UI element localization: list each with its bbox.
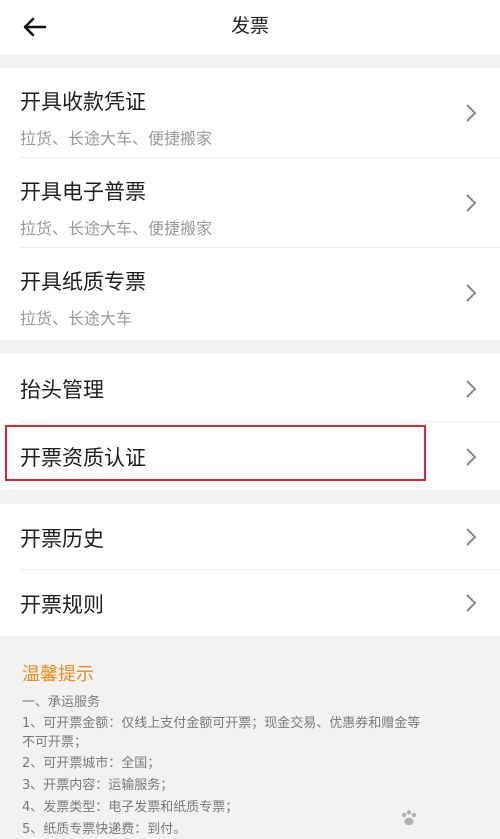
issue-receipt-item[interactable]: 开具收款凭证 拉货、长途大车、便捷搬家 (0, 68, 500, 158)
row-subtitle: 拉货、长途大车 (20, 309, 133, 328)
tip-line: 1、可开票金额：仅线上支付金额可开票；现金交易、优惠券和赠金等 (22, 716, 421, 731)
invoice-rules-item[interactable]: 开票规则 (0, 570, 500, 636)
row-title: 开具收款凭证 (20, 90, 146, 114)
row-title: 开具纸质专票 (20, 270, 146, 294)
tip-line: 2、可开票城市：全国； (22, 756, 161, 771)
invoice-records-section: 开票历史 开票规则 (0, 504, 500, 636)
issue-e-invoice-item[interactable]: 开具电子普票 拉货、长途大车、便捷搬家 (0, 158, 500, 248)
row-title: 开票历史 (20, 527, 104, 551)
back-button[interactable] (18, 10, 52, 44)
page-title: 发票 (230, 15, 269, 37)
paw-icon (401, 810, 417, 826)
chevron-right-icon (466, 104, 477, 122)
arrow-left-icon (23, 17, 47, 37)
row-title: 开具电子普票 (20, 180, 146, 204)
row-title: 抬头管理 (20, 378, 104, 402)
invoice-history-item[interactable]: 开票历史 (0, 504, 500, 570)
row-subtitle: 拉货、长途大车、便捷搬家 (20, 129, 213, 148)
nav-header: 发票 (0, 0, 500, 54)
tips-title: 温馨提示 (22, 664, 94, 685)
invoice-issue-section: 开具收款凭证 拉货、长途大车、便捷搬家 开具电子普票 拉货、长途大车、便捷搬家 … (0, 68, 500, 340)
tip-line: 3、开票内容：运输服务； (22, 778, 174, 793)
row-subtitle: 拉货、长途大车、便捷搬家 (20, 219, 213, 238)
chevron-right-icon (466, 194, 477, 212)
issue-paper-special-invoice-item[interactable]: 开具纸质专票 拉货、长途大车 (0, 248, 500, 340)
invoice-settings-section: 抬头管理 开票资质认证 (0, 354, 500, 490)
chevron-right-icon (466, 380, 477, 398)
chevron-right-icon (466, 528, 477, 546)
tip-line: 不可开票； (22, 735, 88, 750)
chevron-right-icon (466, 284, 477, 302)
tip-line: 4、发票类型：电子发票和纸质专票； (22, 800, 239, 815)
tip-line: 5、纸质专票快递费：到付。 (22, 822, 187, 837)
row-title: 开票规则 (20, 593, 104, 617)
chevron-right-icon (466, 594, 477, 612)
chevron-right-icon (466, 448, 477, 466)
title-management-item[interactable]: 抬头管理 (0, 354, 500, 422)
watermark-logo (400, 805, 490, 831)
qualification-certification-item[interactable]: 开票资质认证 (0, 422, 500, 490)
tip-line: 一、承运服务 (22, 695, 101, 710)
row-title: 开票资质认证 (20, 446, 146, 470)
